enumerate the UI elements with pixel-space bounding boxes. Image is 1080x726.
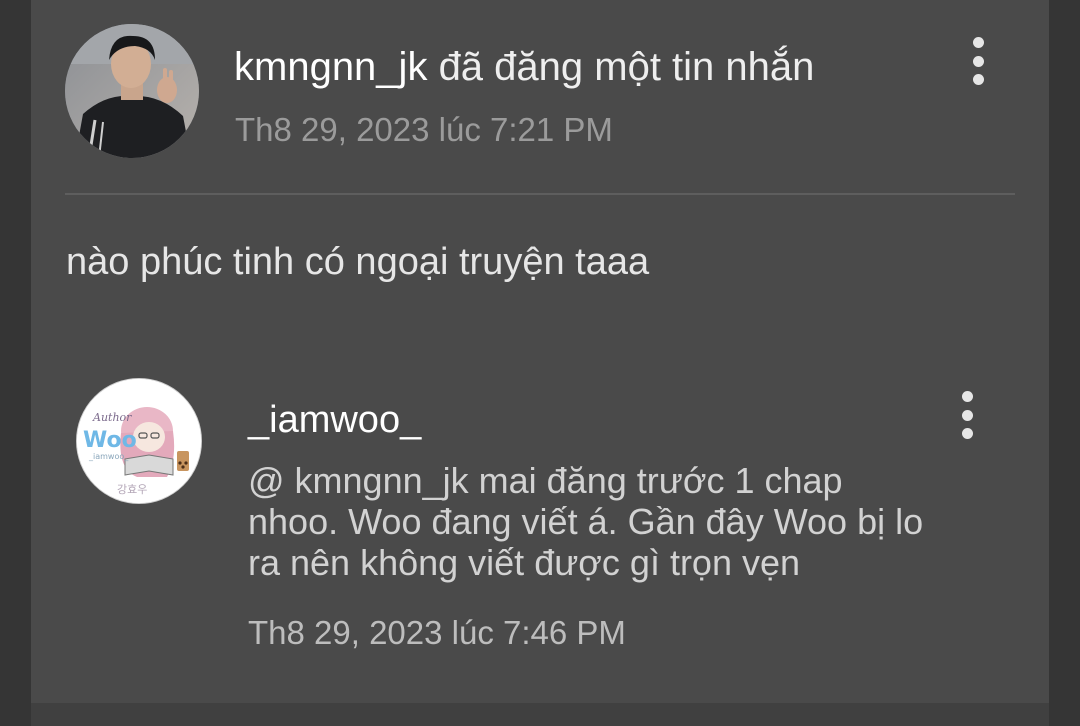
reply-more-options-icon[interactable] xyxy=(952,391,982,439)
post-message: nào phúc tinh có ngoại truyện taaa xyxy=(66,241,650,283)
panel-bottom-edge xyxy=(31,703,1049,726)
avatar-handle-text: _iamwoo_ xyxy=(88,452,129,461)
reply-line-1: @ kmngnn_jk mai đăng trước 1 chap xyxy=(248,460,1008,501)
post-timestamp: Th8 29, 2023 lúc 7:21 PM xyxy=(235,111,613,148)
avatar-brand-text: Woo xyxy=(83,428,137,453)
reply-author-name[interactable]: _iamwoo_ xyxy=(248,396,421,444)
reply-timestamp: Th8 29, 2023 lúc 7:46 PM xyxy=(248,614,626,651)
kebab-dot xyxy=(972,55,984,67)
kebab-dot xyxy=(972,37,984,48)
kebab-dot xyxy=(961,428,973,439)
kebab-dot xyxy=(972,74,984,85)
post-header: kmngnn_jk đã đăng một tin nhắn xyxy=(234,42,814,92)
post-author-name[interactable]: kmngnn_jk xyxy=(234,45,427,89)
reply-line-1-text: mai đăng trước 1 chap xyxy=(468,460,843,501)
reply-line-3: ra nên không viết được gì trọn vẹn xyxy=(248,542,801,583)
post-author-avatar[interactable] xyxy=(65,24,199,158)
kebab-dot xyxy=(961,391,973,402)
post-action-text: đã đăng một tin nhắn xyxy=(438,45,815,89)
reply-author-avatar[interactable]: Author Woo _iamwoo_ 강효우 xyxy=(76,378,202,504)
header-divider xyxy=(65,193,1015,195)
reply-message: @ kmngnn_jk mai đăng trước 1 chap nhoo. … xyxy=(248,460,1008,583)
post-more-options-icon[interactable] xyxy=(963,37,993,85)
reply-mention-link[interactable]: @ kmngnn_jk xyxy=(248,460,469,501)
kebab-dot xyxy=(961,409,973,421)
avatar-photo xyxy=(65,24,199,158)
avatar-korean-text: 강효우 xyxy=(117,483,147,496)
avatar-logo: Author Woo _iamwoo_ 강효우 xyxy=(77,379,201,503)
avatar-script-text: Author xyxy=(92,411,132,424)
reply-line-2: nhoo. Woo đang viết á. Gần đây Woo bị lo xyxy=(248,501,924,542)
